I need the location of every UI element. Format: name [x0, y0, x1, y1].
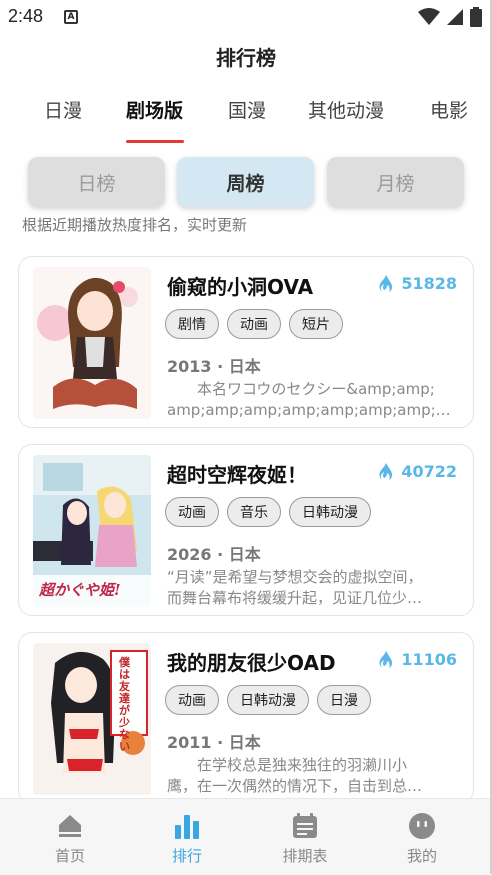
tag-chip[interactable]: 音乐 — [227, 497, 281, 527]
tag-chip[interactable]: 日韩动漫 — [227, 685, 309, 715]
bar-chart-icon — [175, 815, 199, 839]
description-line: “月读”是希望与梦想交会的虚拟空间， — [167, 568, 423, 586]
tag-chip[interactable]: 短片 — [289, 309, 343, 339]
wifi-icon — [418, 8, 440, 25]
nav-label: 排行 — [171, 847, 202, 865]
profile-icon — [409, 813, 435, 839]
card-description: 在学校总是独来独往的羽濑川小 鹰，在一次偶然的情况下，自击到总… — [167, 755, 457, 797]
card-title: 偷窥的小洞OVA — [167, 275, 314, 299]
card-description: 本名ワコウのセクシー&amp;amp; amp;amp;amp;amp;amp;… — [167, 379, 457, 421]
status-time: 2:48 — [8, 6, 44, 26]
calendar-icon — [293, 813, 317, 838]
nav-ranking[interactable]: 排行 — [147, 809, 227, 866]
tag-list: 动画 音乐 日韩动漫 — [165, 497, 371, 527]
nav-home[interactable]: 首页 — [30, 809, 110, 866]
signal-icon — [447, 9, 463, 25]
description-line: 在学校总是独来独往的羽濑川小 — [167, 756, 408, 774]
home-icon — [59, 815, 81, 837]
description-line: amp;amp;amp;amp;amp;amp;amp;amp;amp;a… — [167, 401, 457, 419]
nav-label: 我的 — [406, 847, 437, 865]
tag-chip[interactable]: 动画 — [165, 685, 219, 715]
cover-image — [33, 267, 151, 419]
flame-icon — [379, 462, 393, 480]
ranking-subtitle: 根据近期播放热度排名，实时更新 — [22, 216, 248, 234]
description-line: 鹰，在一次偶然的情况下，自击到总… — [167, 777, 423, 795]
tag-list: 剧情 动画 短片 — [165, 309, 343, 339]
card-meta: 2013 · 日本 — [167, 357, 261, 376]
cover-image: 僕は友達が少ない — [33, 643, 151, 795]
period-day-button[interactable]: 日榜 — [28, 157, 165, 207]
card-title: 超时空辉夜姬！ — [167, 463, 307, 487]
heat-score: 11106 — [379, 650, 457, 669]
ranking-card[interactable]: 超かぐや姫! 超时空辉夜姬！ 40722 动画 音乐 日韩动漫 2026 · 日… — [18, 444, 474, 616]
cover-image: 超かぐや姫! — [33, 455, 151, 607]
tag-list: 动画 日韩动漫 日漫 — [165, 685, 371, 715]
flame-icon — [379, 650, 393, 668]
battery-icon — [470, 7, 482, 27]
tab-movies[interactable]: 电影 — [430, 96, 468, 123]
description-line: 而舞台幕布将缓缓升起，见证几位少… — [167, 589, 423, 607]
nav-schedule[interactable]: 排期表 — [265, 809, 345, 866]
tab-guomanga[interactable]: 国漫 — [228, 96, 266, 123]
card-meta: 2011 · 日本 — [167, 733, 261, 752]
active-tab-indicator — [126, 140, 184, 143]
heat-value: 51828 — [401, 274, 457, 293]
category-tabs: 日漫 剧场版 国漫 其他动漫 电影 — [0, 96, 492, 146]
page-title: 排行榜 — [216, 46, 276, 70]
heat-value: 40722 — [401, 462, 457, 481]
flame-icon — [379, 274, 393, 292]
card-meta: 2026 · 日本 — [167, 545, 261, 564]
tab-other-anime[interactable]: 其他动漫 — [308, 96, 384, 123]
bottom-nav: 首页 排行 排期表 我的 — [0, 798, 492, 875]
tab-rimanga[interactable]: 日漫 — [44, 96, 82, 123]
notification-icon: A — [64, 10, 78, 24]
cover-title-text: 超かぐや姫! — [39, 581, 121, 599]
description-line: 本名ワコウのセクシー&amp;amp; — [167, 380, 435, 398]
tag-chip[interactable]: 日漫 — [317, 685, 371, 715]
status-bar: 2:48 A — [0, 0, 492, 34]
nav-label: 首页 — [54, 847, 85, 865]
tag-chip[interactable]: 动画 — [165, 497, 219, 527]
period-week-button[interactable]: 周榜 — [177, 157, 314, 207]
period-month-button[interactable]: 月榜 — [327, 157, 464, 207]
nav-label: 排期表 — [282, 847, 328, 865]
card-title: 我的朋友很少OAD — [167, 651, 336, 675]
nav-profile[interactable]: 我的 — [382, 809, 462, 866]
ranking-card[interactable]: 偷窥的小洞OVA 51828 剧情 动画 短片 2013 · 日本 本名ワコウの… — [18, 256, 474, 428]
tab-theatrical[interactable]: 剧场版 — [126, 96, 183, 123]
ranking-card[interactable]: 僕は友達が少ない 我的朋友很少OAD 11106 动画 日韩动漫 日漫 2011… — [18, 632, 474, 804]
tag-chip[interactable]: 剧情 — [165, 309, 219, 339]
tag-chip[interactable]: 动画 — [227, 309, 281, 339]
heat-score: 51828 — [379, 274, 457, 293]
cover-title-text: 僕は友達が少ない — [119, 656, 130, 753]
status-icons — [418, 7, 482, 27]
card-description: “月读”是希望与梦想交会的虚拟空间， 而舞台幕布将缓缓升起，见证几位少… — [167, 567, 457, 609]
heat-score: 40722 — [379, 462, 457, 481]
heat-value: 11106 — [401, 650, 457, 669]
tag-chip[interactable]: 日韩动漫 — [289, 497, 371, 527]
